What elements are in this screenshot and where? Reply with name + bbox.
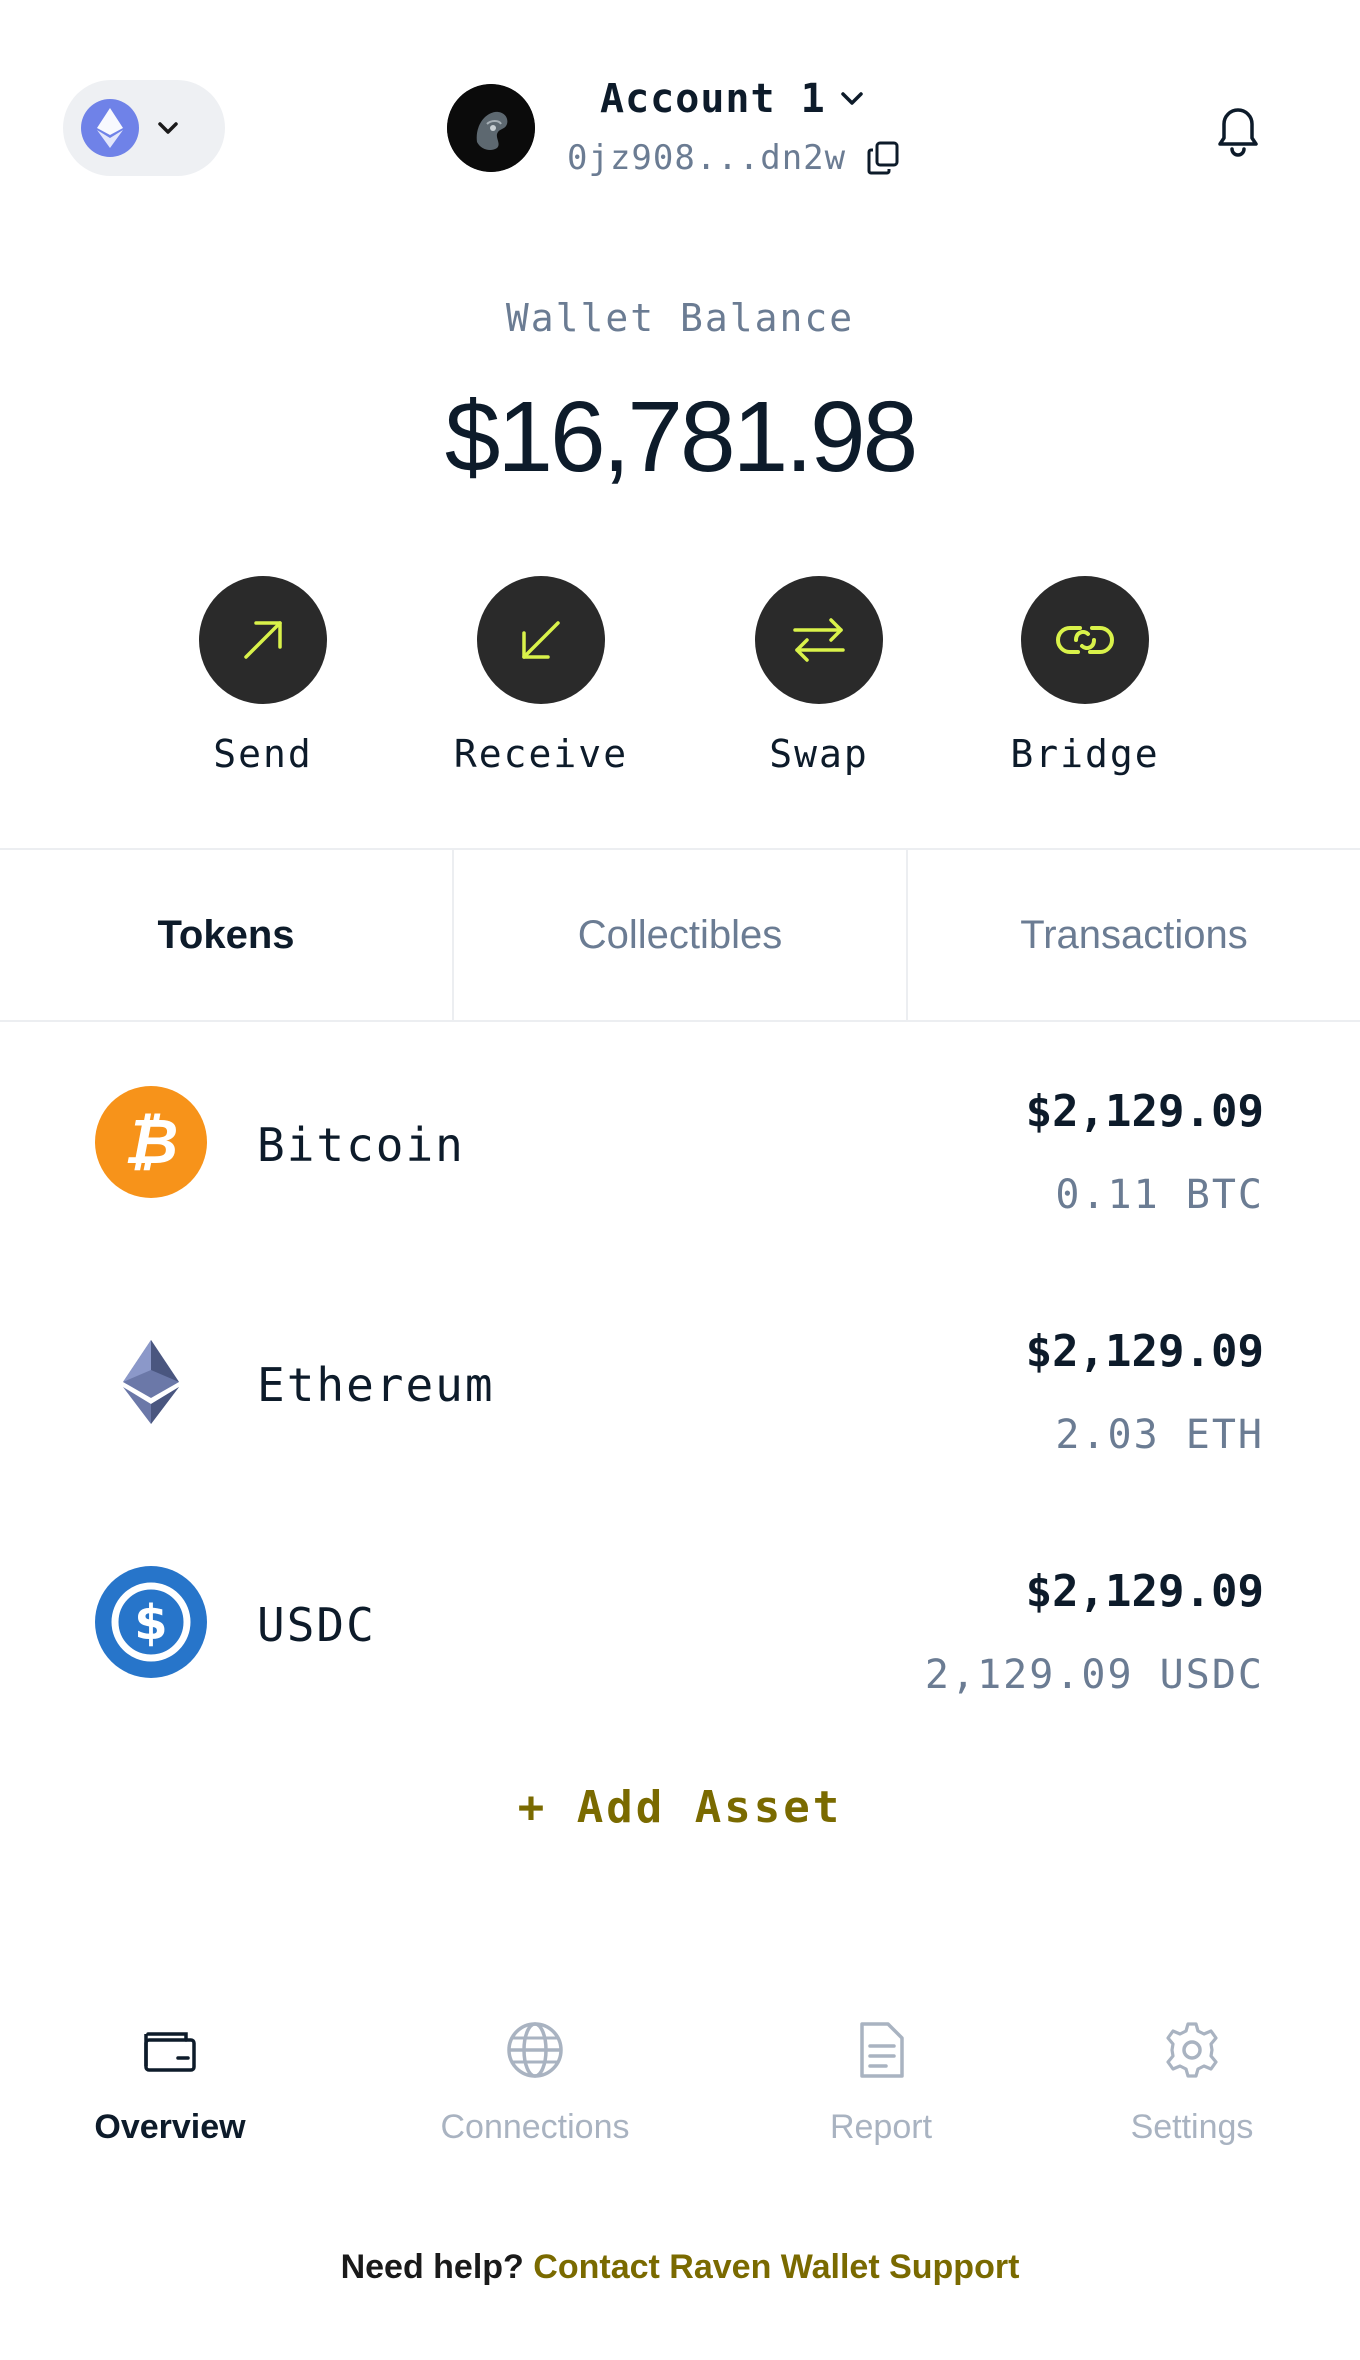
document-icon	[860, 2022, 904, 2078]
token-amount: 0.11 BTC	[1055, 1172, 1264, 1218]
nav-label: Settings	[1130, 2108, 1254, 2146]
add-asset-button[interactable]: + Add Asset	[0, 1782, 1360, 1833]
swap-arrows-icon	[755, 576, 883, 704]
usdc-icon: $	[95, 1566, 207, 1678]
nav-label: Report	[829, 2108, 933, 2146]
account-name: Account 1	[600, 76, 826, 122]
tab-collectibles[interactable]: Collectibles	[454, 850, 908, 1020]
token-usd-value: $2,129.09	[1025, 1086, 1264, 1137]
token-usd-value: $2,129.09	[1025, 1326, 1264, 1377]
token-name: USDC	[257, 1598, 376, 1652]
nav-report[interactable]: Report	[751, 2010, 1011, 2147]
bridge-label: Bridge	[1010, 732, 1160, 776]
help-prefix: Need help?	[340, 2248, 524, 2286]
nav-label: Overview	[94, 2108, 246, 2146]
avatar[interactable]	[447, 84, 535, 172]
svg-text:$: $	[134, 1595, 167, 1651]
svg-text:₿: ₿	[124, 1107, 178, 1177]
account-address: 0jz908...dn2w	[567, 138, 847, 178]
wallet-balance-label: Wallet Balance	[505, 296, 855, 340]
support-link[interactable]: Contact Raven Wallet Support	[533, 2248, 1019, 2286]
bridge-button[interactable]: Bridge	[985, 576, 1185, 776]
nav-overview[interactable]: Overview	[40, 2010, 300, 2147]
wallet-balance-value: $16,781.98	[444, 381, 919, 493]
token-usd-value: $2,129.09	[1025, 1566, 1264, 1617]
token-name: Bitcoin	[257, 1118, 465, 1172]
receive-label: Receive	[453, 732, 629, 776]
token-row-ethereum[interactable]: Ethereum $2,129.09 2.03 ETH	[0, 1266, 1360, 1506]
tab-tokens[interactable]: Tokens	[0, 850, 454, 1020]
bell-icon[interactable]	[1210, 98, 1266, 158]
asset-tabs: Tokens Collectibles Transactions	[0, 848, 1360, 1022]
link-icon	[1021, 576, 1149, 704]
receive-button[interactable]: Receive	[441, 576, 641, 776]
account-address-row: 0jz908...dn2w	[567, 138, 900, 178]
tab-transactions[interactable]: Transactions	[908, 850, 1360, 1020]
token-name: Ethereum	[257, 1358, 495, 1412]
chevron-down-icon	[841, 92, 863, 105]
wallet-icon	[144, 2032, 196, 2072]
swap-button[interactable]: Swap	[719, 576, 919, 776]
ethereum-icon	[81, 99, 139, 157]
nav-label: Connections	[440, 2108, 630, 2146]
network-selector[interactable]	[63, 80, 225, 176]
send-label: Send	[213, 732, 313, 776]
globe-icon	[507, 2022, 563, 2078]
token-row-bitcoin[interactable]: ₿ Bitcoin $2,129.09 0.11 BTC	[0, 1026, 1360, 1266]
nav-settings[interactable]: Settings	[1062, 2010, 1322, 2147]
copy-icon[interactable]	[866, 140, 900, 176]
token-amount: 2,129.09 USDC	[924, 1652, 1264, 1698]
send-button[interactable]: Send	[163, 576, 363, 776]
help-footer: Need help? Contact Raven Wallet Support	[0, 2248, 1360, 2287]
chevron-down-icon	[158, 122, 178, 134]
nav-connections[interactable]: Connections	[405, 2010, 665, 2147]
swap-label: Swap	[769, 732, 869, 776]
token-row-usdc[interactable]: $ USDC $2,129.09 2,129.09 USDC	[0, 1506, 1360, 1746]
arrow-down-left-icon	[477, 576, 605, 704]
gear-icon	[1166, 2022, 1218, 2078]
token-amount: 2.03 ETH	[1055, 1412, 1264, 1458]
arrow-up-right-icon	[199, 576, 327, 704]
account-selector[interactable]: Account 1	[600, 76, 864, 122]
ethereum-icon	[95, 1326, 207, 1438]
bitcoin-icon: ₿	[95, 1086, 207, 1198]
